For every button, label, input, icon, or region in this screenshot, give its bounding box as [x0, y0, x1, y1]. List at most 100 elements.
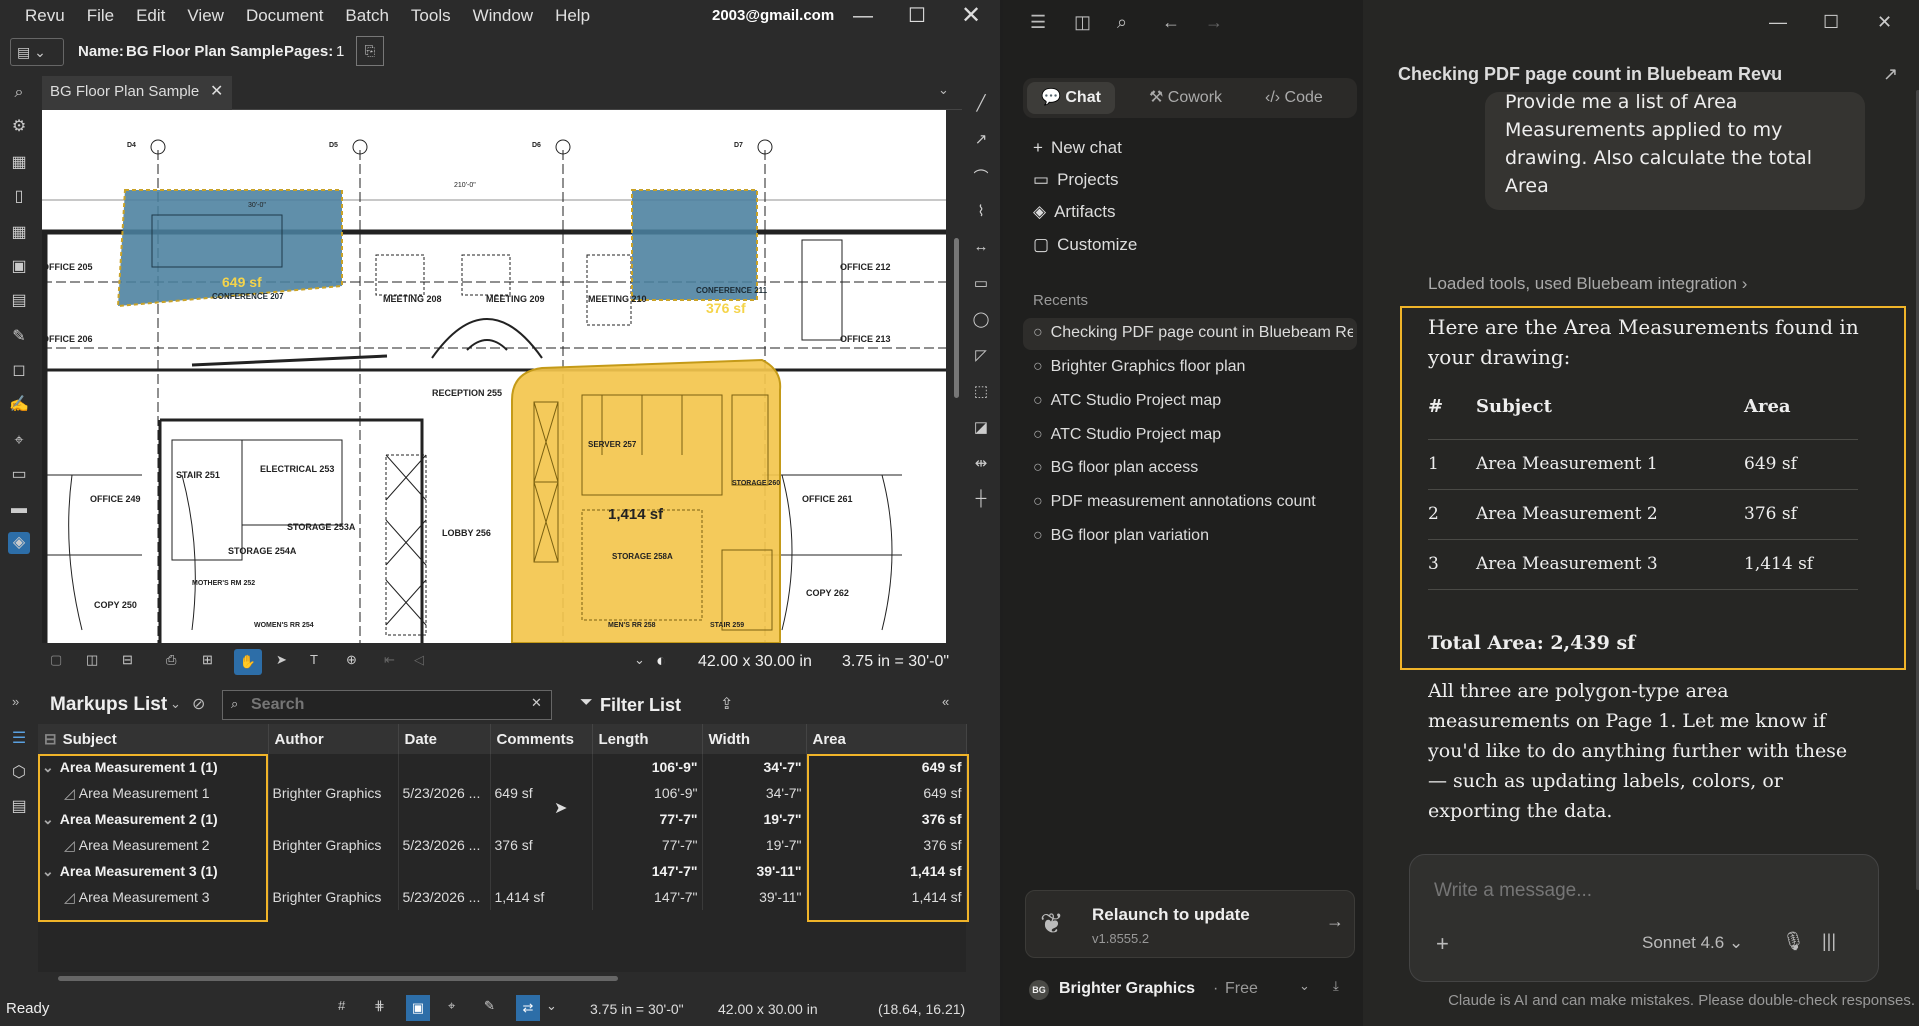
page-icon[interactable]: ⎘	[356, 36, 384, 66]
filter-icon[interactable]: ⏷	[580, 694, 593, 712]
tab-chat[interactable]: 💬 Chat	[1027, 82, 1115, 114]
chevron-down-icon[interactable]: ⌄	[938, 82, 949, 98]
chevron-down-icon[interactable]: ⌄	[634, 652, 645, 668]
first-page-icon[interactable]: ⇤	[384, 652, 395, 668]
table-row[interactable]: ◿ Area Measurement 2 Brighter Graphics 5/…	[38, 832, 967, 858]
menu-help[interactable]: Help	[544, 0, 601, 32]
arc-tool-icon[interactable]: ⌒	[971, 166, 991, 186]
ellipse-tool-icon[interactable]: ◯	[971, 310, 991, 330]
chevron-down-icon[interactable]: ⌄	[42, 811, 54, 827]
drawing-scrollbar[interactable]	[954, 238, 959, 398]
collapse-panel-icon[interactable]: «	[942, 694, 949, 709]
arrow-right-icon[interactable]: →	[1326, 911, 1344, 932]
hide-markups-icon[interactable]: ⊘	[192, 694, 205, 714]
column-area[interactable]: Area	[806, 724, 967, 754]
chevron-down-icon[interactable]: ⌄	[1767, 64, 1778, 80]
menu-file[interactable]: File	[76, 0, 125, 32]
location-icon[interactable]: ⌖	[8, 430, 30, 452]
recent-chat[interactable]: ○ ATC Studio Project map	[1033, 426, 1353, 444]
search-icon[interactable]: ⌕	[1117, 12, 1127, 33]
column-date[interactable]: Date	[398, 724, 491, 754]
recent-chat[interactable]: ○ BG floor plan variation	[1033, 527, 1353, 545]
single-page-icon[interactable]: ▢	[50, 652, 62, 668]
sync-icon[interactable]: ⊞	[202, 652, 213, 668]
message-input[interactable]	[1434, 877, 1834, 905]
table-row[interactable]: ⌄ Area Measurement 3 (1) 147'-7" 39'-11" …	[38, 858, 967, 884]
model-selector[interactable]: Sonnet 4.6 ⌄	[1642, 933, 1743, 953]
avatar[interactable]: BG	[1029, 980, 1049, 1000]
forms-icon[interactable]: ✎	[8, 326, 30, 348]
menu-edit[interactable]: Edit	[125, 0, 176, 32]
tab-bg-floor-plan[interactable]: BG Floor Plan Sample ✕	[42, 76, 232, 110]
select-cursor-icon[interactable]: ➤	[276, 652, 287, 668]
grid-icon[interactable]: #	[338, 998, 345, 1013]
tab-code[interactable]: ‹/› Code	[1251, 82, 1337, 114]
minimize-icon[interactable]: —	[1769, 12, 1787, 33]
zoom-icon[interactable]: ⊕	[346, 652, 357, 668]
menu-revu[interactable]: Revu	[0, 0, 76, 32]
layers-panel-icon[interactable]: ▣	[8, 256, 30, 278]
ruler-tool-icon[interactable]: ┼	[971, 490, 991, 510]
user-name[interactable]: Brighter Graphics	[1059, 980, 1195, 998]
bookmark-icon[interactable]: ▯	[8, 186, 30, 208]
new-chat-button[interactable]: + New chat	[1033, 138, 1122, 158]
close-icon[interactable]: ✕	[948, 0, 994, 32]
search-icon[interactable]: ⌕	[8, 82, 30, 104]
chevron-down-icon[interactable]: ⌄	[1299, 978, 1310, 994]
collapse-all-icon[interactable]: ⊟	[44, 731, 57, 748]
table-row[interactable]: ⌄ Area Measurement 2 (1) 77'-7" 19'-7" 37…	[38, 806, 967, 832]
comment-icon[interactable]: ◻	[8, 360, 30, 382]
recent-chat[interactable]: ○ PDF measurement annotations count	[1033, 493, 1353, 511]
menu-tools[interactable]: Tools	[400, 0, 462, 32]
customize-link[interactable]: ▢ Customize	[1033, 235, 1137, 255]
document-menu-icon[interactable]: ▤ ⌄	[10, 38, 64, 66]
forward-arrow-icon[interactable]: →	[1205, 12, 1223, 33]
length-tool-icon[interactable]: ⇹	[971, 454, 991, 474]
chevron-down-icon[interactable]: ⌄	[546, 998, 557, 1014]
thumbnails-icon[interactable]: ▦	[8, 222, 30, 244]
snap-content-icon[interactable]: ▣	[406, 995, 430, 1021]
measure-icon[interactable]: ▬	[8, 498, 30, 520]
layers-icon[interactable]: ◈	[8, 532, 30, 554]
contrast-icon[interactable]: ◐	[656, 651, 666, 671]
tab-close-icon[interactable]: ✕	[210, 76, 223, 108]
plus-icon[interactable]: +	[1436, 931, 1449, 957]
crop-tool-icon[interactable]: ⬚	[971, 382, 991, 402]
conversation-title[interactable]: Checking PDF page count in Bluebeam Revu	[1398, 64, 1782, 85]
back-arrow-icon[interactable]: ←	[1162, 12, 1180, 33]
menu-batch[interactable]: Batch	[334, 0, 399, 32]
drawing-canvas[interactable]: D4 D5 D6 D7 210'-0" 30'-0" OFFICE 205 ME…	[42, 110, 946, 643]
snapshot-icon[interactable]: ⎙	[166, 652, 176, 668]
area-tool-icon[interactable]: ◪	[971, 418, 991, 438]
share-icon[interactable]: ↗	[1883, 64, 1898, 85]
markups-list-title[interactable]: Markups List	[50, 694, 167, 716]
text-select-icon[interactable]: T	[310, 652, 318, 667]
pan-hand-icon[interactable]: ✋	[234, 649, 262, 675]
download-icon[interactable]: ⤓	[1333, 978, 1339, 994]
table-row[interactable]: ◿ Area Measurement 3 Brighter Graphics 5/…	[38, 884, 967, 910]
column-width[interactable]: Width	[702, 724, 807, 754]
update-card[interactable]: ❦ Relaunch to update v1.8555.2 →	[1025, 890, 1355, 958]
voice-waveform-icon[interactable]: |||	[1822, 931, 1836, 952]
table-row[interactable]: ⌄ Area Measurement 1 (1) 106'-9" 34'-7" 6…	[38, 754, 967, 780]
snap-grid-icon[interactable]: ⋕	[374, 998, 385, 1014]
maximize-icon[interactable]: ☐	[1823, 12, 1839, 33]
toolbox-icon[interactable]: ▭	[8, 464, 30, 486]
sidebar-toggle-icon[interactable]: ◫	[1074, 12, 1091, 33]
clear-search-icon[interactable]: ✕	[531, 695, 542, 711]
account-email[interactable]: 2003@gmail.com	[712, 7, 834, 24]
export-icon[interactable]: ⇪	[720, 694, 733, 714]
tools-used-toggle[interactable]: Loaded tools, used Bluebeam integration …	[1428, 274, 1747, 294]
chevron-down-icon[interactable]: ⌄	[42, 863, 54, 879]
list-icon[interactable]: ☰	[8, 728, 30, 750]
prev-page-icon[interactable]: ◁	[414, 652, 424, 668]
split-horizontal-icon[interactable]: ⊟	[122, 652, 133, 668]
signature-icon[interactable]: ✍	[8, 394, 30, 416]
search-input[interactable]	[251, 693, 511, 717]
filter-list-button[interactable]: Filter List	[600, 695, 681, 716]
menu-document[interactable]: Document	[235, 0, 334, 32]
column-author[interactable]: Author	[268, 724, 399, 754]
summary-icon[interactable]: ▤	[8, 796, 30, 818]
menu-window[interactable]: Window	[462, 0, 544, 32]
projects-link[interactable]: ▭ Projects	[1033, 170, 1118, 190]
